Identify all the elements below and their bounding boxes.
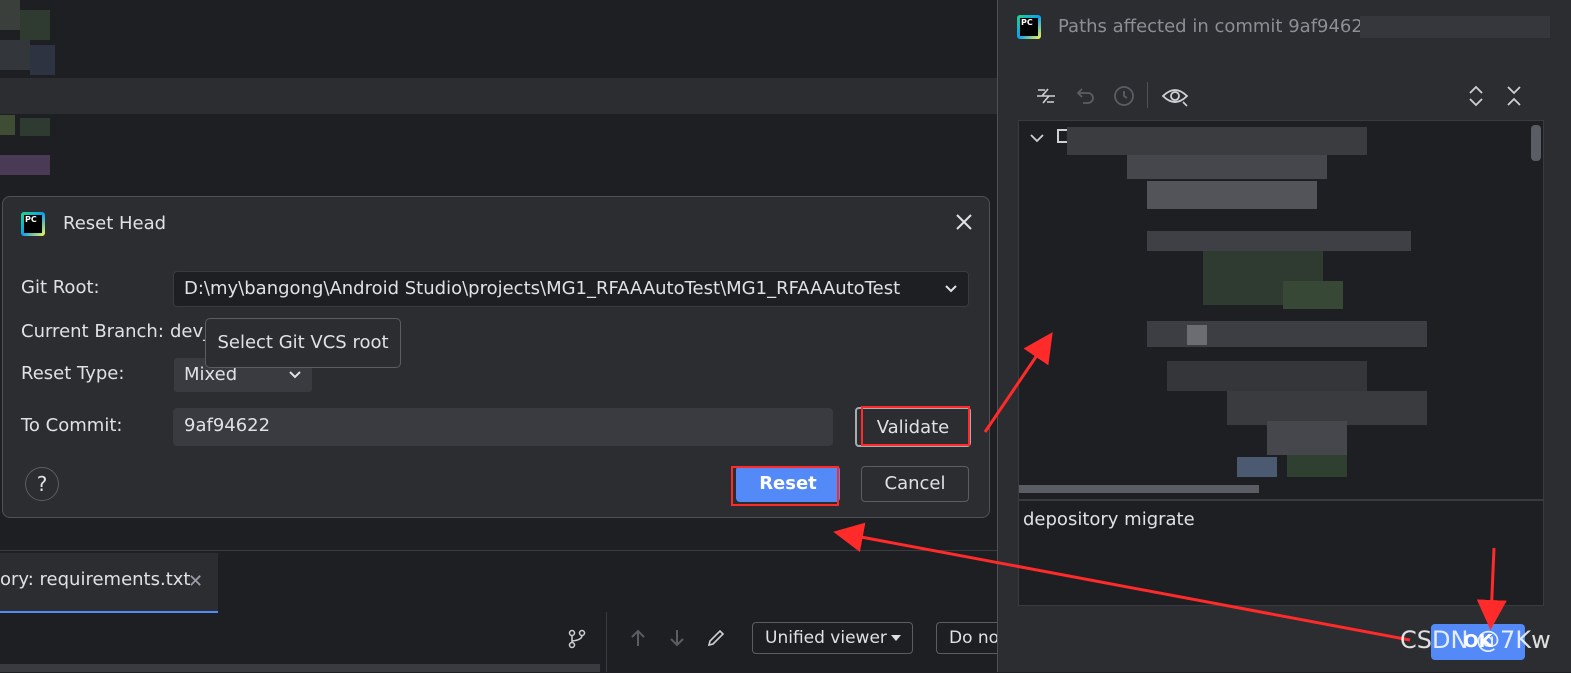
edit-icon[interactable]	[704, 626, 728, 650]
ignore-select[interactable]: Do no	[936, 622, 1000, 654]
collapse-icon[interactable]	[1032, 82, 1060, 110]
git-root-tooltip: Select Git VCS root	[205, 318, 401, 368]
git-root-select[interactable]: D:\my\bangong\Android Studio\projects\MG…	[173, 271, 969, 307]
git-root-value: D:\my\bangong\Android Studio\projects\MG…	[184, 278, 901, 299]
dialog-title: Paths affected in commit 9af94622	[1058, 16, 1375, 37]
git-root-label: Git Root:	[21, 277, 100, 298]
expand-all-icon[interactable]	[1462, 82, 1490, 110]
to-commit-input[interactable]: 9af94622	[173, 408, 833, 446]
commit-message: depository migrate	[1018, 500, 1544, 606]
reset-head-dialog: Reset Head Git Root: D:\my\bangong\Andro…	[2, 196, 990, 518]
chevron-down-icon[interactable]	[934, 272, 968, 306]
current-branch-label: Current Branch:	[21, 321, 164, 342]
close-icon[interactable]: ✕	[188, 571, 203, 592]
blurred-tree-content	[1063, 121, 1533, 499]
viewer-select-value: Unified viewer	[765, 628, 887, 648]
reset-type-label: Reset Type:	[21, 363, 125, 384]
reset-button[interactable]: Reset	[736, 466, 840, 502]
blurred-title-suffix	[1360, 16, 1550, 38]
tab-requirements[interactable]: ory: requirements.txt ✕	[0, 553, 218, 613]
toolbar-divider	[606, 612, 607, 672]
to-commit-label: To Commit:	[21, 415, 123, 436]
chevron-down-icon[interactable]	[1029, 129, 1045, 148]
tree-scrollbar[interactable]	[1531, 125, 1541, 161]
history-icon[interactable]	[1110, 82, 1138, 110]
undo-icon[interactable]	[1072, 82, 1100, 110]
close-icon[interactable]	[953, 211, 975, 233]
content-strip	[0, 664, 600, 672]
dialog-title: Reset Head	[63, 213, 167, 234]
help-button[interactable]: ?	[25, 467, 59, 501]
branch-icon[interactable]	[566, 628, 588, 650]
changed-files-tree[interactable]	[1018, 120, 1544, 500]
commit-message-text: depository migrate	[1023, 509, 1195, 530]
watermark: CSDN @7Kw	[1400, 626, 1551, 654]
editor-row-highlight	[0, 78, 1000, 114]
to-commit-value: 9af94622	[184, 415, 271, 436]
eye-icon[interactable]	[1160, 82, 1190, 110]
validate-button[interactable]: Validate	[855, 407, 971, 447]
arrow-up-icon[interactable]	[626, 626, 650, 650]
paths-affected-dialog: Paths affected in commit 9af94622	[997, 0, 1571, 672]
cancel-button[interactable]: Cancel	[861, 466, 969, 502]
viewer-select[interactable]: Unified viewer	[752, 622, 913, 654]
blurred-content	[0, 0, 60, 180]
tab-label: ory: requirements.txt	[0, 569, 191, 590]
pycharm-logo-icon	[1017, 15, 1041, 39]
pycharm-logo-icon	[21, 212, 45, 236]
arrow-down-icon[interactable]	[665, 626, 689, 650]
collapse-all-icon[interactable]	[1500, 82, 1528, 110]
caret-down-icon	[890, 623, 902, 653]
tree-hscrollbar[interactable]	[1019, 485, 1259, 493]
ignore-select-value: Do no	[949, 628, 1000, 648]
toolbar-divider	[1147, 82, 1148, 108]
